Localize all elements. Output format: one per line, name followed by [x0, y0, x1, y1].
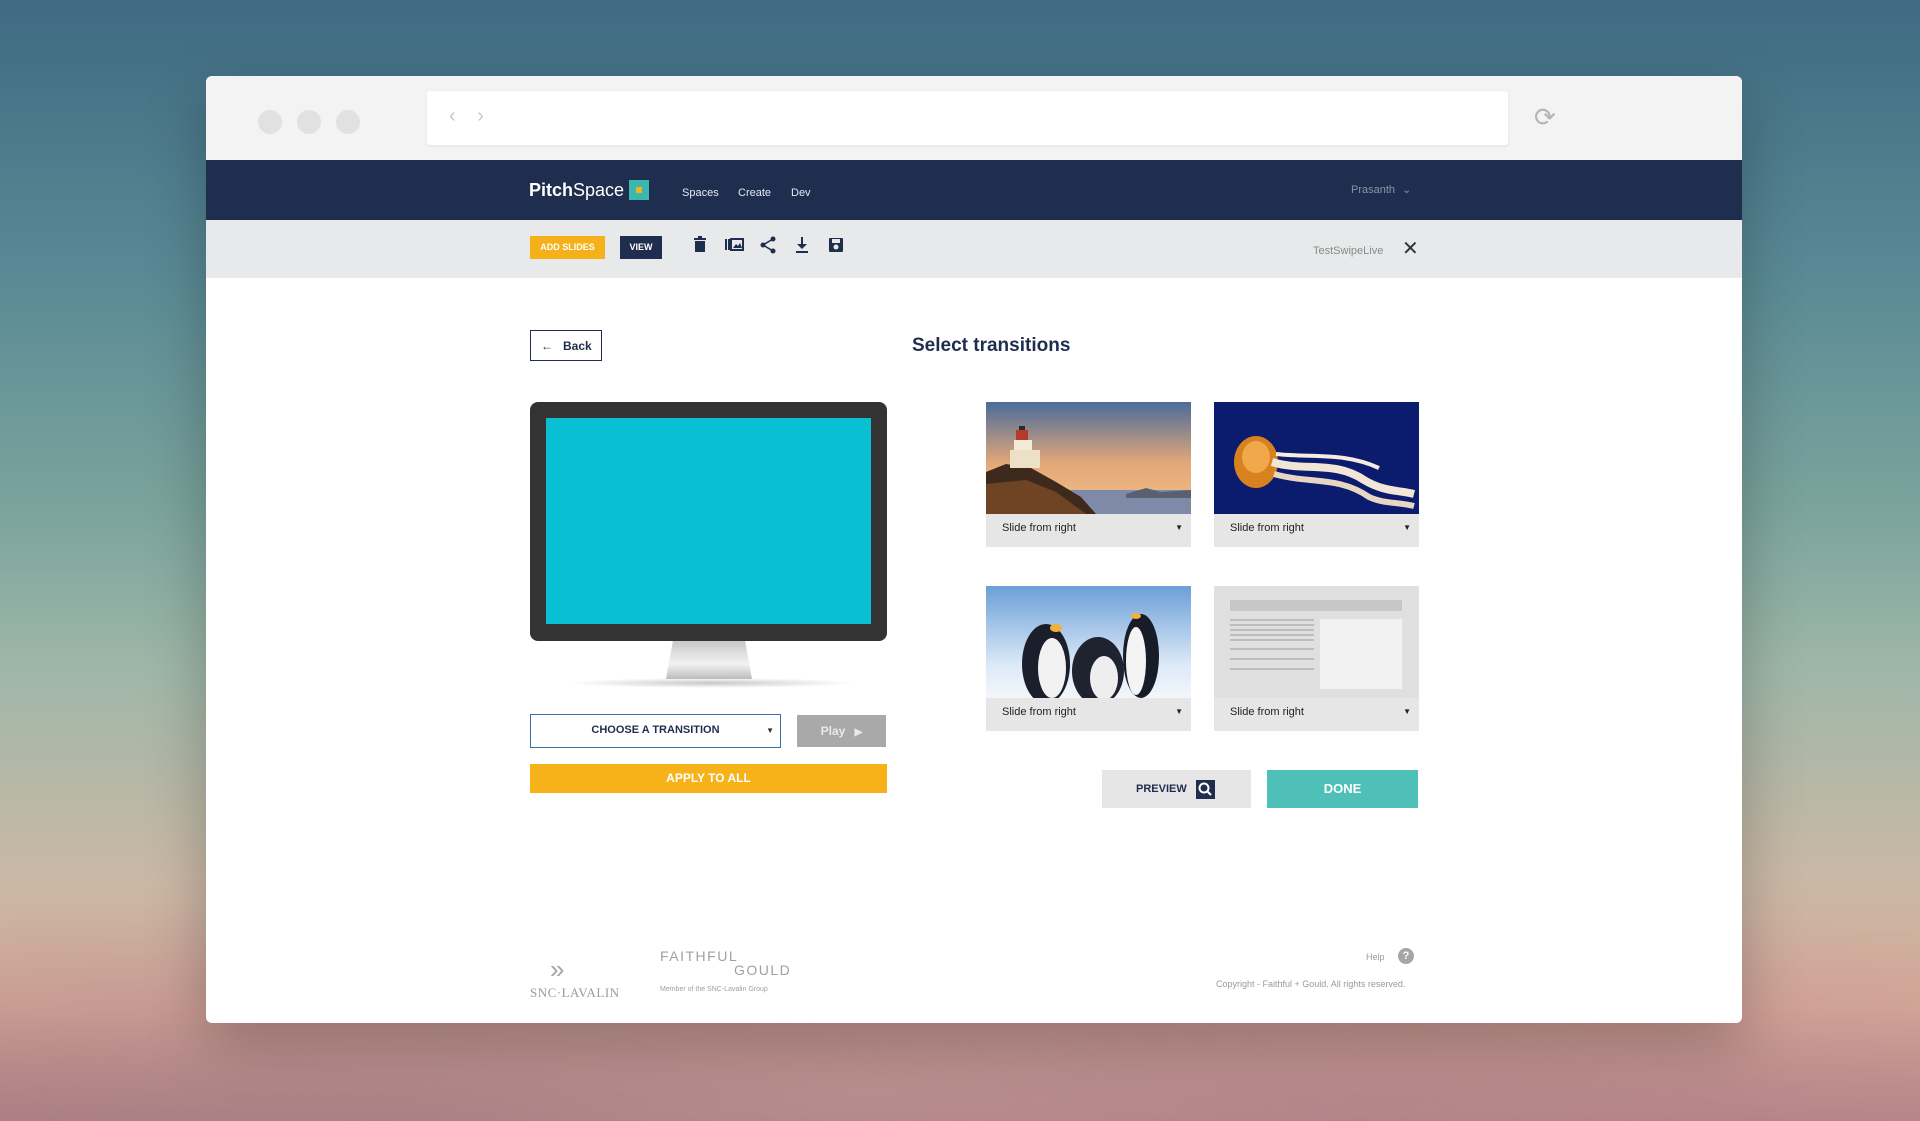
- caret-down-icon[interactable]: ▼: [1403, 707, 1411, 716]
- transition-label: Slide from right: [1002, 522, 1076, 534]
- editor-toolbar: ADD SLIDES VIEW TestSwipeLive ✕: [206, 220, 1742, 278]
- nav-spaces[interactable]: Spaces: [682, 187, 719, 199]
- trash-icon[interactable]: [689, 234, 711, 256]
- window-close-dot[interactable]: [258, 110, 282, 134]
- user-menu[interactable]: Prasanth ⌄: [1351, 183, 1411, 196]
- document-name: TestSwipeLive: [1313, 245, 1384, 257]
- browser-window: ‹ › ⟳ PitchSpace Spaces Create Dev Prasa…: [206, 76, 1742, 1023]
- play-button[interactable]: Play ▶: [797, 715, 886, 747]
- play-icon: ▶: [854, 727, 863, 738]
- help-link[interactable]: Help: [1366, 952, 1385, 962]
- nav-dev[interactable]: Dev: [791, 187, 811, 199]
- app-header: PitchSpace Spaces Create Dev Prasanth ⌄: [206, 160, 1742, 220]
- monitor-screen: [546, 418, 871, 624]
- slide-thumbnail[interactable]: Slide from right ▼: [1214, 402, 1419, 547]
- logo-text-pitch: Pitch: [529, 180, 574, 200]
- done-button[interactable]: DONE: [1267, 770, 1418, 808]
- monitor-shadow: [566, 678, 856, 688]
- preview-button[interactable]: PREVIEW: [1102, 770, 1251, 808]
- text-layout-image: [1214, 586, 1419, 698]
- download-icon[interactable]: [791, 234, 813, 256]
- window-minimize-dot[interactable]: [297, 110, 321, 134]
- chevron-down-icon: ⌄: [1402, 184, 1412, 196]
- nav-create[interactable]: Create: [738, 187, 771, 199]
- copyright-text: Copyright - Faithful + Gould. All rights…: [1216, 979, 1406, 989]
- fg-subtitle: Member of the SNC-Lavalin Group: [660, 986, 768, 993]
- reload-icon[interactable]: ⟳: [1534, 104, 1556, 130]
- caret-down-icon[interactable]: ▼: [1175, 523, 1183, 532]
- snc-lavalin-logo: » SNC·LAVALIN: [530, 954, 620, 1001]
- nav-arrows-icon[interactable]: ‹ ›: [449, 105, 492, 128]
- slide-thumbnail[interactable]: Slide from right ▼: [1214, 586, 1419, 731]
- transition-label: Slide from right: [1002, 706, 1076, 718]
- caret-down-icon[interactable]: ▼: [1403, 523, 1411, 532]
- penguins-image: [986, 586, 1191, 698]
- transition-label: Slide from right: [1230, 522, 1304, 534]
- snc-text: SNC·LAVALIN: [530, 985, 620, 1000]
- transition-select[interactable]: CHOOSE A TRANSITION ▼: [530, 714, 781, 748]
- add-slides-button[interactable]: ADD SLIDES: [530, 236, 605, 259]
- monitor-preview: [530, 402, 887, 641]
- back-label: Back: [563, 339, 592, 353]
- address-bar[interactable]: ‹ ›: [427, 91, 1508, 145]
- browser-chrome: ‹ › ⟳: [206, 76, 1742, 160]
- pitchspace-logo[interactable]: PitchSpace: [529, 180, 650, 201]
- save-icon[interactable]: [825, 234, 847, 256]
- jellyfish-image: [1214, 402, 1419, 514]
- logo-square-icon: [629, 180, 650, 200]
- page-title: Select transitions: [912, 335, 1071, 356]
- close-icon[interactable]: ✕: [1402, 239, 1419, 259]
- back-button[interactable]: ← Back: [530, 330, 602, 361]
- transition-label: Slide from right: [1230, 706, 1304, 718]
- logo-text-space: Space: [573, 180, 625, 200]
- arrow-left-icon: ←: [541, 339, 553, 353]
- play-label: Play: [820, 724, 846, 738]
- monitor-stand: [666, 641, 752, 679]
- faithful-gould-logo: FAITHFUL GOULD Member of the SNC-Lavalin…: [660, 948, 791, 993]
- help-icon[interactable]: ?: [1398, 948, 1414, 964]
- transition-select-value: CHOOSE A TRANSITION: [591, 724, 720, 736]
- gallery-icon[interactable]: [723, 234, 745, 256]
- window-maximize-dot[interactable]: [336, 110, 360, 134]
- apply-to-all-button[interactable]: APPLY TO ALL: [530, 764, 887, 793]
- search-icon: [1196, 780, 1215, 799]
- slide-thumbnail[interactable]: Slide from right ▼: [986, 402, 1191, 547]
- caret-down-icon[interactable]: ▼: [1175, 707, 1183, 716]
- fg-bottom-text: GOULD: [734, 962, 792, 978]
- view-button[interactable]: VIEW: [620, 236, 662, 259]
- user-name: Prasanth: [1351, 184, 1396, 196]
- share-icon[interactable]: [757, 234, 779, 256]
- slide-thumbnail[interactable]: Slide from right ▼: [986, 586, 1191, 731]
- lighthouse-image: [986, 402, 1191, 514]
- snc-mark-icon: »: [550, 954, 565, 984]
- preview-label: PREVIEW: [1136, 783, 1187, 795]
- caret-down-icon: ▼: [766, 726, 774, 735]
